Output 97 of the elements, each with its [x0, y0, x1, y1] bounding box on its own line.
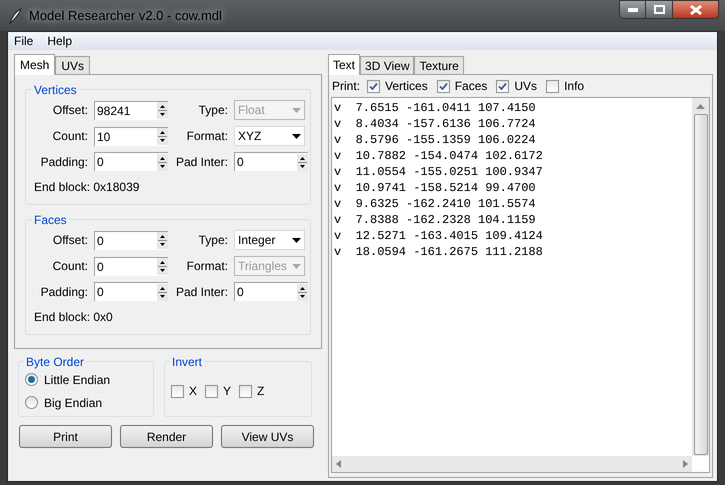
action-button[interactable]: Print: [19, 425, 112, 448]
output-line: v 10.9741 -158.5214 99.4700: [334, 180, 537, 196]
spin-field[interactable]: 0: [234, 282, 308, 301]
field-label: Padding:: [40, 154, 89, 170]
end-block-label: End block: 0x18039: [34, 179, 140, 196]
radio-label: Big Endian: [44, 394, 102, 412]
tab[interactable]: Texture: [414, 56, 464, 74]
menu-item[interactable]: Help: [47, 32, 72, 50]
field-label: Padding:: [40, 284, 89, 300]
field-label: Offset:: [52, 232, 89, 249]
close-icon: [690, 4, 702, 14]
minimize-icon: [628, 8, 638, 12]
checkbox[interactable]: [496, 80, 510, 92]
action-button[interactable]: Render: [120, 425, 213, 448]
tab[interactable]: UVs: [55, 56, 90, 74]
tab[interactable]: Mesh: [14, 54, 56, 75]
spinner-arrows-icon[interactable]: [157, 258, 168, 275]
output-line: v 8.5796 -155.1359 106.0224: [334, 132, 537, 148]
output-line: v 7.6515 -161.0411 107.4150: [334, 100, 537, 116]
output-line: v 12.5271 -163.4015 109.4124: [334, 228, 544, 244]
checkbox-label: Faces: [454, 78, 488, 95]
caret-icon: [292, 134, 301, 138]
checkbox[interactable]: [205, 384, 218, 398]
checkbox-label: Z: [257, 383, 264, 400]
feather-icon: [8, 8, 22, 24]
spin-value: 0: [237, 284, 245, 301]
field-label: Format:: [186, 128, 229, 145]
spin-value: 0: [97, 154, 105, 171]
checkbox-label: X: [189, 383, 198, 400]
field-label: Count:: [52, 128, 89, 145]
scroll-left-icon: [336, 460, 341, 468]
spin-value: 0: [97, 232, 105, 250]
vertical-scrollbar[interactable]: [692, 98, 709, 456]
spin-value: 0: [97, 258, 105, 276]
field-label: Format:: [186, 258, 229, 275]
field-label: Type:: [198, 102, 229, 119]
spinner-arrows-icon[interactable]: [157, 154, 168, 170]
radio-label: Little Endian: [44, 372, 110, 388]
maximize-icon: [654, 5, 664, 14]
tab[interactable]: 3D View: [360, 56, 414, 74]
field-label: Pad Inter:: [174, 284, 229, 300]
spinner-arrows-icon[interactable]: [297, 154, 308, 170]
checkbox[interactable]: [171, 384, 184, 398]
dropdown[interactable]: XYZ: [234, 126, 305, 146]
scroll-right-icon: [683, 460, 688, 468]
checkbox[interactable]: [436, 80, 450, 92]
spin-field[interactable]: 0: [94, 282, 168, 301]
checkbox[interactable]: [367, 80, 380, 92]
radio-button[interactable]: [25, 373, 38, 386]
field-label: Offset:: [52, 102, 89, 119]
spin-field[interactable]: 0: [94, 152, 168, 171]
checkbox-label: UVs: [514, 78, 538, 95]
checkbox[interactable]: [239, 384, 252, 398]
spin-value: 98241: [97, 102, 132, 120]
field-label: Count:: [52, 258, 89, 275]
spin-field[interactable]: 10: [94, 126, 168, 146]
spin-field[interactable]: 0: [94, 230, 168, 250]
output-line: v 9.6325 -162.2410 101.5574: [334, 196, 537, 212]
spin-field[interactable]: 98241: [94, 100, 168, 120]
output-line: v 7.8388 -162.2328 104.1159: [334, 212, 537, 228]
checkbox-label: Info: [564, 78, 584, 95]
field-label: Type:: [198, 232, 229, 249]
print-label: Print:: [332, 78, 360, 95]
menu-item[interactable]: File: [14, 32, 34, 50]
output-line: v 18.0594 -161.2675 111.2188: [334, 244, 544, 260]
scrollbar-thumb[interactable]: [694, 114, 708, 455]
caret-icon: [292, 264, 301, 268]
horizontal-scrollbar[interactable]: [332, 456, 692, 472]
end-block-label: End block: 0x0: [34, 309, 114, 326]
checkbox-label: Y: [223, 383, 232, 400]
output-line: v 8.4034 -157.6136 106.7724: [334, 116, 537, 132]
window-title: Model Researcher v2.0 - cow.mdl: [29, 6, 223, 25]
spinner-arrows-icon[interactable]: [157, 232, 168, 249]
dropdown[interactable]: Integer: [234, 230, 305, 250]
spin-field[interactable]: 0: [94, 256, 168, 276]
caret-icon: [292, 238, 301, 242]
minimize-button[interactable]: [619, 0, 646, 19]
scroll-up-icon: [696, 104, 705, 109]
checkbox[interactable]: [546, 80, 560, 92]
checkbox-label: Vertices: [385, 78, 428, 95]
close-button[interactable]: [672, 0, 719, 19]
tab[interactable]: Text: [328, 54, 360, 75]
action-button[interactable]: View UVs: [221, 425, 314, 448]
field-label: Pad Inter:: [174, 154, 229, 170]
maximize-button[interactable]: [646, 0, 672, 19]
spin-value: 10: [97, 128, 112, 146]
spin-value: 0: [237, 154, 245, 171]
spin-field[interactable]: 0: [234, 152, 308, 171]
output-line: v 11.0554 -155.0251 100.9347: [334, 164, 544, 180]
caret-icon: [292, 108, 301, 112]
spinner-arrows-icon[interactable]: [157, 102, 168, 119]
spinner-arrows-icon[interactable]: [297, 284, 308, 300]
radio-button[interactable]: [25, 396, 38, 409]
output-line: v 10.7882 -154.0474 102.6172: [334, 148, 544, 164]
spinner-arrows-icon[interactable]: [157, 128, 168, 145]
spinner-arrows-icon[interactable]: [157, 284, 168, 300]
spin-value: 0: [97, 284, 105, 301]
